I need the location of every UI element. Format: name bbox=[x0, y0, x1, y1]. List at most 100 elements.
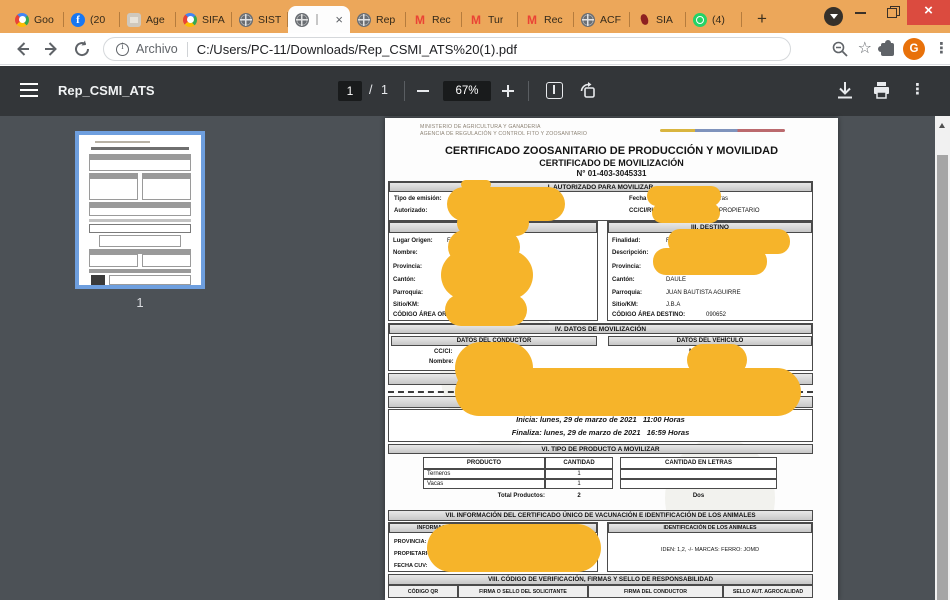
browser-tabstrip: Goo (20 Age SIFA SIST × Rep Rec Tur Rec … bbox=[0, 0, 950, 33]
pdf-menu-icon[interactable] bbox=[20, 83, 38, 97]
field-value: DAULE bbox=[666, 277, 686, 283]
page-info-icon[interactable] bbox=[116, 43, 129, 56]
product-row-qty: 1 bbox=[545, 469, 613, 479]
minimize-button[interactable] bbox=[845, 0, 876, 25]
field-label: Sitio/KM: bbox=[612, 302, 638, 308]
tab-rec-2[interactable]: Rec bbox=[518, 6, 574, 33]
cert-subtitle: CERTIFICADO DE MOVILIZACIÓN bbox=[385, 158, 838, 168]
tab-google[interactable]: Goo bbox=[8, 6, 64, 33]
thumb-sketch bbox=[89, 159, 191, 171]
zoom-out-button[interactable] bbox=[417, 90, 429, 92]
tab-label: Tur bbox=[488, 14, 503, 26]
total-letters: Dos bbox=[620, 493, 777, 499]
cert-ministry-line1: MINISTERIO DE AGRICULTURA Y GANADERIA bbox=[420, 124, 541, 130]
tab-close-icon[interactable]: × bbox=[335, 13, 343, 26]
page-number-input[interactable]: 1 bbox=[338, 81, 362, 101]
pdf-viewer-content: 1 MINISTERIO DE AGRICULTURA Y GANADERIA … bbox=[0, 116, 950, 600]
product-row-name: Vacas bbox=[423, 479, 545, 489]
total-label: Total Productos: bbox=[423, 493, 545, 499]
forward-button[interactable] bbox=[42, 39, 62, 59]
product-row-name: Terneros bbox=[423, 469, 545, 479]
reload-button[interactable] bbox=[72, 39, 92, 59]
pdf-more-button[interactable]: ⋮ bbox=[910, 80, 920, 98]
field-label: Provincia: bbox=[393, 264, 422, 270]
extensions-puzzle-icon[interactable] bbox=[881, 43, 894, 56]
download-button[interactable] bbox=[836, 81, 854, 100]
cert-inicia: Inicia: lunes, 29 de marzo de 2021 11:00… bbox=[389, 415, 812, 424]
product-row-letters bbox=[620, 469, 777, 479]
cert-section8-header: VIII. CÓDIGO DE VERIFICACIÓN, FIRMAS Y S… bbox=[388, 574, 813, 585]
col-firma-solicitante: FIRMA O SELLO DEL SOLICITANTE bbox=[458, 585, 588, 598]
scrollbar-thumb[interactable] bbox=[937, 155, 948, 600]
cert-animales-box: IDENTIFICACIÓN DE LOS ANIMALES IDEN: 1,2… bbox=[607, 522, 813, 572]
field-label: Provincia: bbox=[612, 264, 641, 270]
tab-acf[interactable]: ACF bbox=[574, 6, 630, 33]
tab-rec-1[interactable]: Rec bbox=[406, 6, 462, 33]
google-favicon-icon bbox=[15, 13, 29, 27]
tab-tur[interactable]: Tur bbox=[462, 6, 518, 33]
facebook-favicon-icon bbox=[71, 13, 85, 27]
globe-favicon-icon bbox=[239, 13, 253, 27]
page-thumbnail[interactable] bbox=[75, 131, 205, 289]
close-window-button[interactable] bbox=[907, 0, 950, 25]
tab-sia[interactable]: SIA bbox=[630, 6, 686, 33]
field-label: CC/CI: bbox=[434, 349, 452, 355]
tab-age[interactable]: Age bbox=[120, 6, 176, 33]
globe-favicon-icon bbox=[357, 13, 371, 27]
globe-favicon-icon bbox=[295, 13, 309, 27]
product-row-letters bbox=[620, 479, 777, 489]
thumb-sketch bbox=[89, 254, 138, 267]
tab-whatsapp[interactable]: (4) bbox=[686, 6, 742, 33]
col-cantidad: CANTIDAD bbox=[545, 457, 613, 469]
url-text[interactable]: C:/Users/PC-11/Downloads/Rep_CSMI_ATS%20… bbox=[197, 42, 517, 57]
thumb-sketch bbox=[91, 275, 105, 285]
google-favicon-icon bbox=[183, 13, 197, 27]
zoom-level[interactable]: 67% bbox=[443, 81, 491, 101]
omnibox[interactable]: Archivo C:/Users/PC-11/Downloads/Rep_CSM… bbox=[103, 37, 791, 61]
tab-search-button[interactable] bbox=[824, 7, 843, 26]
cert-iden-text: IDEN: 1,2, -/- MARCAS: FERRO: JOMD bbox=[608, 547, 812, 553]
generic-favicon-icon bbox=[127, 13, 141, 27]
field-value: PROPIETARIO bbox=[719, 208, 760, 214]
restore-window-button[interactable] bbox=[876, 0, 907, 25]
thumb-sketch bbox=[142, 178, 191, 200]
scroll-up-button[interactable] bbox=[935, 116, 950, 132]
gmail-favicon-icon bbox=[413, 13, 427, 27]
tab-rep[interactable]: Rep bbox=[350, 6, 406, 33]
redaction-blob bbox=[445, 294, 527, 326]
tab-sist[interactable]: SIST bbox=[232, 6, 288, 33]
tab-active-pdf[interactable]: × bbox=[288, 6, 350, 33]
field-value: 090652 bbox=[706, 312, 726, 318]
thumb-sketch bbox=[89, 269, 191, 273]
col-producto: PRODUCTO bbox=[423, 457, 545, 469]
tab-sifa[interactable]: SIFA bbox=[176, 6, 232, 33]
rotate-button[interactable] bbox=[578, 81, 598, 101]
scrollbar[interactable] bbox=[935, 116, 950, 600]
profile-avatar[interactable]: G bbox=[903, 38, 925, 60]
tab-label: Rec bbox=[432, 14, 451, 26]
cert-title: CERTIFICADO ZOOSANITARIO DE PRODUCCIÓN Y… bbox=[385, 145, 838, 157]
field-label: Parroquia: bbox=[393, 290, 423, 296]
tab-label: SIA bbox=[656, 14, 673, 26]
field-value: J.B.A bbox=[666, 302, 680, 308]
back-button[interactable] bbox=[12, 39, 32, 59]
new-tab-button[interactable]: + bbox=[750, 7, 774, 31]
print-button[interactable] bbox=[872, 81, 891, 100]
browser-menu-button[interactable]: ⋮ bbox=[934, 39, 942, 59]
field-label: PROVINCIA: bbox=[394, 539, 426, 545]
tab-facebook[interactable]: (20 bbox=[64, 6, 120, 33]
col-sello-agrocalidad: SELLO AUT. AGROCALIDAD bbox=[723, 585, 813, 598]
scheme-label: Archivo bbox=[136, 42, 178, 56]
field-label: Descripción: bbox=[612, 250, 648, 256]
pdf-toolbar: Rep_CSMI_ATS 1 / 1 67% ⋮ bbox=[0, 66, 950, 116]
thumbnail-page-number: 1 bbox=[75, 295, 205, 310]
fit-page-button[interactable] bbox=[546, 82, 563, 99]
field-label: CÓDIGO ÁREA DESTINO: bbox=[612, 312, 685, 318]
cert-section4: IV. DATOS DE MOVILIZACIÓN DATOS DEL COND… bbox=[388, 323, 813, 371]
tab-label: Age bbox=[146, 14, 165, 26]
thumb-sketch bbox=[89, 224, 191, 233]
zoom-in-button[interactable] bbox=[502, 85, 514, 97]
field-label: Finalidad: bbox=[612, 238, 640, 244]
bookmark-star-icon[interactable]: ☆ bbox=[858, 39, 872, 59]
zoom-page-icon[interactable] bbox=[831, 40, 849, 58]
